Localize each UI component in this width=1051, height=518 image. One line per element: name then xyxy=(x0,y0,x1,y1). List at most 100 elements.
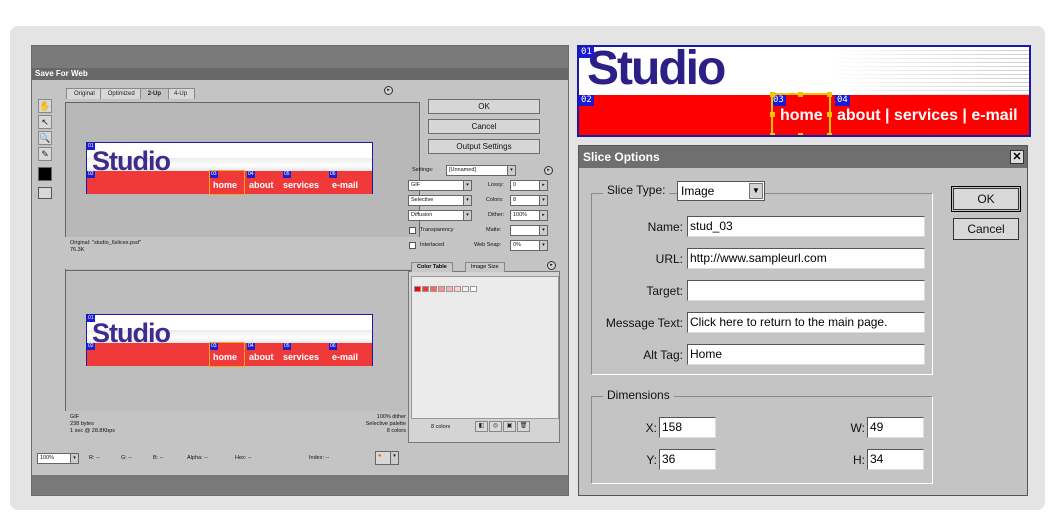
dialog-title: Slice Options xyxy=(579,146,1027,168)
zoom-value: 100% xyxy=(40,455,55,461)
color-swatch[interactable] xyxy=(462,286,469,292)
name-field[interactable]: stud_03 xyxy=(687,216,925,237)
resize-handle[interactable] xyxy=(770,133,775,135)
output-settings-button[interactable]: Output Settings xyxy=(428,139,540,154)
ok-button[interactable]: OK xyxy=(951,186,1021,212)
color-swatch[interactable] xyxy=(470,286,477,292)
original-filesize: 76.3K xyxy=(70,247,85,253)
slice-tag: 04 xyxy=(247,171,255,178)
alt-tag-label: Alt Tag: xyxy=(643,348,683,362)
tab-2up[interactable]: 2-Up xyxy=(139,88,170,99)
resize-handle[interactable] xyxy=(770,92,775,97)
nav-email[interactable]: e-mail xyxy=(332,352,358,362)
color-swatch[interactable] xyxy=(438,286,445,292)
color-table-menu-arrow-icon[interactable]: ▸ xyxy=(547,261,556,270)
chevron-down-icon: ▾ xyxy=(539,241,547,250)
resize-handle[interactable] xyxy=(770,112,775,117)
message-text-field[interactable]: Click here to return to the main page. xyxy=(687,312,925,333)
color-table-panel: Color Table Image Size ▸ 8 colors ◧ ◎ ▣ … xyxy=(408,261,560,443)
eyedropper-color-swatch[interactable] xyxy=(38,167,52,181)
nav-about[interactable]: about xyxy=(249,180,274,190)
color-swatch[interactable] xyxy=(446,286,453,292)
resize-handle[interactable] xyxy=(798,133,803,135)
h-field[interactable]: 34 xyxy=(867,449,924,470)
new-color-icon[interactable]: ▣ xyxy=(503,421,516,432)
reduction-select[interactable]: Selective ▾ xyxy=(408,195,472,206)
chevron-down-icon: ▾ xyxy=(463,211,471,220)
settings-menu-arrow-icon[interactable]: ▸ xyxy=(544,166,553,175)
resize-handle[interactable] xyxy=(827,92,832,97)
interlaced-checkbox[interactable] xyxy=(409,242,416,249)
tab-4up[interactable]: 4-Up xyxy=(166,88,196,99)
toggle-slices-icon[interactable] xyxy=(38,187,52,199)
cancel-button[interactable]: Cancel xyxy=(953,218,1019,240)
tab-image-size[interactable]: Image Size xyxy=(465,262,505,272)
nav-links-rest[interactable]: about | services | e-mail xyxy=(837,107,1018,125)
colors-field[interactable]: 8 ▾ xyxy=(510,195,548,206)
tab-original[interactable]: Original xyxy=(66,88,103,99)
cancel-button[interactable]: Cancel xyxy=(428,119,540,134)
lossy-field[interactable]: 0 ▸ xyxy=(510,180,548,191)
eyedropper-tool-icon[interactable]: ✎ xyxy=(38,147,52,161)
nav-email[interactable]: e-mail xyxy=(332,180,358,190)
ok-button[interactable]: OK xyxy=(428,99,540,114)
optimized-info: GIF 238 bytes 1 sec @ 28.8Kbps 100% dith… xyxy=(65,411,420,443)
x-field[interactable]: 158 xyxy=(659,417,716,438)
resize-handle[interactable] xyxy=(798,92,803,97)
target-field[interactable] xyxy=(687,280,925,301)
nav-home[interactable]: home xyxy=(213,352,237,362)
slice-select-tool-icon[interactable]: ↖ xyxy=(38,115,52,129)
close-icon[interactable]: ✕ xyxy=(1010,150,1024,164)
alt-tag-field[interactable]: Home xyxy=(687,344,925,365)
save-for-web-dialog: Save For Web Original Optimized 2-Up 4-U… xyxy=(31,45,569,496)
matte-select[interactable]: ▾ xyxy=(510,225,548,236)
web-shift-icon[interactable]: ◎ xyxy=(489,421,502,432)
slice-tag: 01 xyxy=(579,47,594,58)
slice-type-label: Slice Type: xyxy=(603,183,670,197)
nav-services[interactable]: services xyxy=(283,180,319,190)
chevron-down-icon: ▾ xyxy=(463,181,471,190)
browser-icon: ● xyxy=(378,453,382,459)
hand-tool-icon[interactable]: ✋ xyxy=(38,99,52,113)
color-swatch[interactable] xyxy=(422,286,429,292)
url-field[interactable]: http://www.sampleurl.com xyxy=(687,248,925,269)
zoom-tool-icon[interactable]: 🔍 xyxy=(38,131,52,145)
settings-select[interactable]: [Unnamed] ▾ xyxy=(446,165,516,176)
tab-optimized[interactable]: Optimized xyxy=(99,88,143,99)
nav-home[interactable]: home xyxy=(213,180,237,190)
preview-menu-arrow-icon[interactable]: ▸ xyxy=(384,86,393,95)
chevron-down-icon: ▾ xyxy=(390,452,398,464)
original-info: Original: "studio_6slices.psd" 76.3K xyxy=(65,237,420,269)
y-field[interactable]: 36 xyxy=(659,449,716,470)
lock-icon[interactable]: ◧ xyxy=(475,421,488,432)
chevron-down-icon: ▾ xyxy=(507,166,515,175)
trash-icon[interactable]: 🗑 xyxy=(517,421,530,432)
zoom-select[interactable]: 100% ▾ xyxy=(37,453,79,464)
color-swatch[interactable] xyxy=(430,286,437,292)
format-select[interactable]: GIF ▾ xyxy=(408,180,472,191)
resize-handle[interactable] xyxy=(827,133,832,135)
dimensions-group xyxy=(591,396,933,484)
browser-preview-button[interactable]: ● ▾ xyxy=(375,451,399,465)
colors-value: 8 xyxy=(513,197,517,203)
optimized-colors: 8 colors xyxy=(386,428,406,434)
nav-about[interactable]: about xyxy=(249,352,274,362)
resize-handle[interactable] xyxy=(827,112,832,117)
color-swatch[interactable] xyxy=(414,286,421,292)
tab-color-table[interactable]: Color Table xyxy=(411,262,453,272)
dither-select[interactable]: Diffusion ▾ xyxy=(408,210,472,221)
status-alpha: Alpha: -- xyxy=(187,455,208,461)
studio-banner-preview: Studio 01 02 03 04 home about | services… xyxy=(577,45,1031,137)
slice-tag: 01 xyxy=(87,315,95,322)
websnap-field[interactable]: 0% ▾ xyxy=(510,240,548,251)
dither-field[interactable]: 100% ▸ xyxy=(510,210,548,221)
w-field[interactable]: 49 xyxy=(867,417,924,438)
nav-services[interactable]: services xyxy=(283,352,319,362)
nav-home[interactable]: home xyxy=(780,107,823,125)
transparency-checkbox[interactable] xyxy=(409,227,416,234)
lossy-value: 0 xyxy=(513,182,517,188)
color-swatch[interactable] xyxy=(454,286,461,292)
status-g: G: -- xyxy=(121,455,132,461)
slice-type-select[interactable]: Image ▼ xyxy=(677,181,765,201)
y-label: Y: xyxy=(646,453,657,467)
